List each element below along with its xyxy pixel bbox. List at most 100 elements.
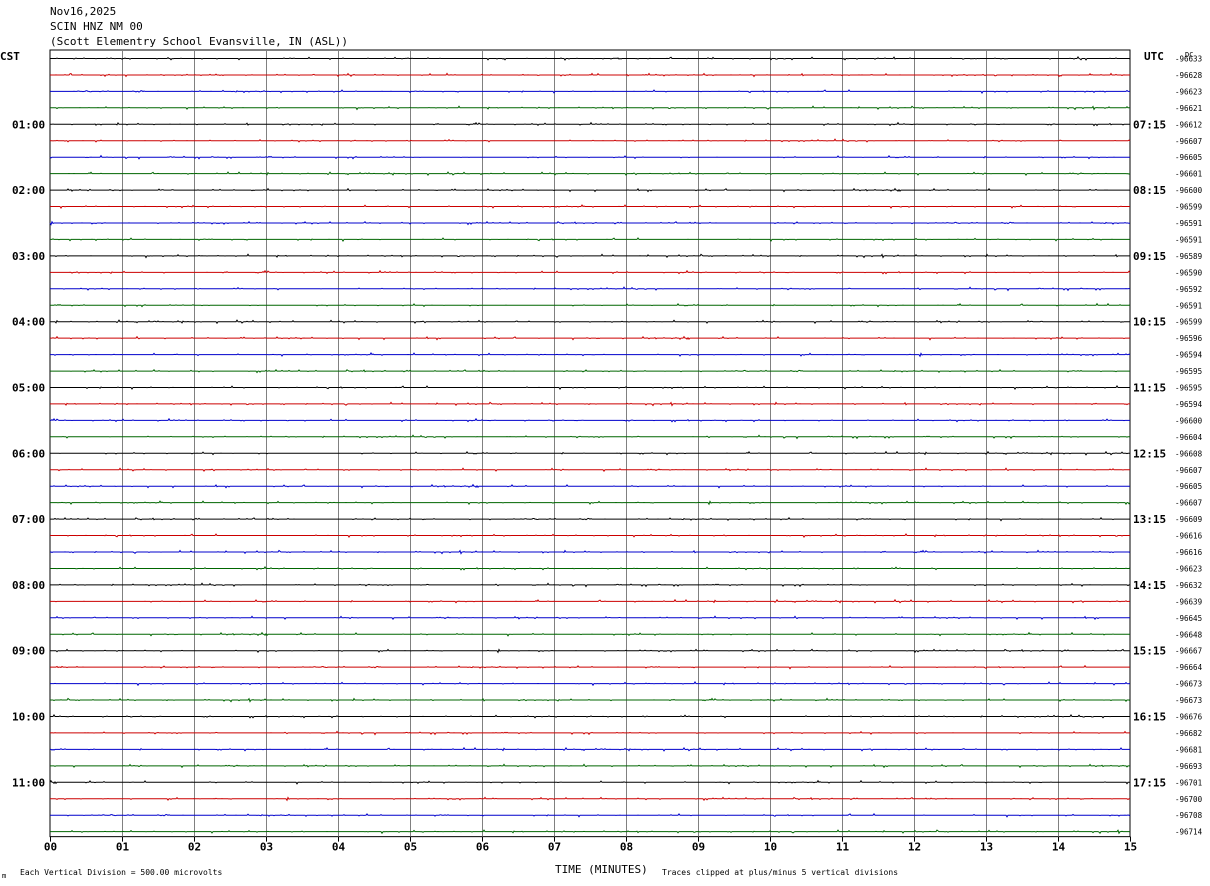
dc-offset-label: -96664 [1175, 663, 1203, 672]
trace-row [50, 549, 1131, 555]
dc-offset-label: -96623 [1175, 87, 1202, 96]
hour-label-utc: 11:15 [1133, 382, 1166, 395]
dc-offset-label: -96604 [1175, 433, 1203, 442]
dc-offset-label: -96607 [1175, 137, 1202, 146]
dc-offset-label: -96667 [1175, 647, 1202, 656]
dc-offset-label: -96612 [1175, 120, 1202, 129]
trace-row [50, 434, 1130, 440]
seismic-traces [49, 55, 1131, 835]
trace-row [50, 253, 1130, 259]
hour-label-local: 09:00 [12, 645, 45, 658]
dc-offset-label: -96605 [1175, 482, 1202, 491]
plot-frame [49, 49, 1131, 838]
x-tick-label: 08 [620, 841, 633, 854]
trace-row [50, 72, 1130, 78]
trace-row [50, 615, 1130, 621]
trace-row [50, 368, 1130, 374]
x-tick-label: 15 [1124, 841, 1137, 854]
scale-note: Each Vertical Division = 500.00 microvol… [20, 868, 222, 877]
hour-label-utc: 09:15 [1133, 250, 1166, 263]
clip-note: Traces clipped at plus/minus 5 vertical … [662, 868, 898, 877]
trace-row [50, 401, 1130, 407]
dc-offset-label: -96595 [1175, 384, 1202, 393]
dc-offset-label: -96708 [1175, 811, 1203, 820]
axis-labels: 00 01 02 03 04 05 06 07 08 09 10 11 12 13 14 15-96633-9… [12, 55, 1203, 854]
trace-row [49, 779, 1130, 785]
hour-label-utc: 13:15 [1133, 513, 1166, 526]
hour-label-utc: 10:15 [1133, 316, 1166, 329]
hour-label-local: 02:00 [12, 184, 45, 197]
x-axis-title: TIME (MINUTES) [555, 863, 648, 876]
trace-row [50, 582, 1130, 588]
dc-offset-label: -96589 [1175, 252, 1202, 261]
corner-mark: m [2, 872, 6, 880]
trace-row [50, 500, 1131, 506]
dc-offset-label: -96607 [1175, 499, 1202, 508]
x-tick-label: 06 [476, 841, 490, 854]
dc-offset-label: -96673 [1175, 696, 1202, 705]
dc-offset-label: -96648 [1175, 630, 1203, 639]
dc-offset-label: -96714 [1175, 828, 1203, 837]
x-tick-label: 02 [188, 841, 201, 854]
dc-offset-label: -96595 [1175, 367, 1202, 376]
x-tick-label: 07 [548, 841, 561, 854]
dc-offset-label: -96616 [1175, 548, 1203, 557]
dc-offset-label: -96681 [1175, 745, 1202, 754]
trace-row [50, 565, 1131, 571]
trace-row [49, 220, 1131, 226]
hour-label-local: 05:00 [12, 382, 45, 395]
trace-row [50, 352, 1131, 358]
left-timezone-label: CST [0, 50, 20, 63]
trace-row [50, 269, 1131, 275]
helicorder-plot: 00 01 02 03 04 05 06 07 08 09 10 11 12 13 14 15-96633-9… [0, 49, 1203, 880]
dc-offset-label: -96623 [1175, 564, 1202, 573]
dc-offset-label: -96639 [1175, 597, 1202, 606]
hour-label-local: 03:00 [12, 250, 45, 263]
trace-row [50, 713, 1130, 719]
dc-offset-label: -96632 [1175, 581, 1202, 590]
trace-row [50, 697, 1131, 703]
trace-row [50, 171, 1131, 177]
trace-row [50, 467, 1130, 473]
x-tick-label: 09 [692, 841, 705, 854]
trace-row [50, 730, 1130, 736]
dc-offset-label: -96676 [1175, 713, 1203, 722]
trace-row [50, 681, 1130, 687]
dc-offset-label: -96596 [1175, 334, 1203, 343]
dc-offset-label: -96693 [1175, 762, 1202, 771]
trace-row [50, 55, 1131, 61]
trace-row [50, 335, 1131, 341]
trace-row [50, 648, 1130, 654]
dc-offset-label: -96594 [1175, 400, 1203, 409]
dc-offset-label: -96628 [1175, 71, 1203, 80]
dc-offset-label: -96616 [1175, 532, 1203, 541]
right-timezone-label: UTC [1144, 50, 1164, 63]
minute-gridlines [49, 49, 1131, 842]
trace-row [50, 450, 1130, 456]
dc-offset-label: -96592 [1175, 285, 1202, 294]
dc-offset-label: -96645 [1175, 614, 1202, 623]
trace-row [50, 187, 1131, 193]
trace-row [50, 319, 1130, 325]
trace-row [50, 533, 1130, 539]
trace-row [50, 105, 1130, 111]
hour-label-local: 11:00 [12, 776, 45, 789]
dc-offset-label: -96600 [1175, 186, 1203, 195]
x-tick-label: 00 [44, 841, 57, 854]
trace-row [50, 138, 1131, 143]
trace-row [50, 121, 1130, 127]
hour-label-local: 04:00 [12, 316, 45, 329]
hour-label-local: 08:00 [12, 579, 45, 592]
dc-offset-label: -96601 [1175, 170, 1202, 179]
hour-label-utc: 12:15 [1133, 447, 1166, 460]
trace-row [50, 89, 1130, 94]
trace-row [50, 483, 1130, 489]
trace-row [50, 302, 1131, 308]
x-tick-label: 05 [404, 841, 417, 854]
dc-offset-label: -96600 [1175, 416, 1203, 425]
hour-label-utc: 16:15 [1133, 711, 1166, 724]
trace-row [50, 763, 1130, 769]
hour-label-utc: 08:15 [1133, 184, 1166, 197]
x-tick-label: 12 [908, 841, 921, 854]
dc-offset-label: -96621 [1175, 104, 1202, 113]
